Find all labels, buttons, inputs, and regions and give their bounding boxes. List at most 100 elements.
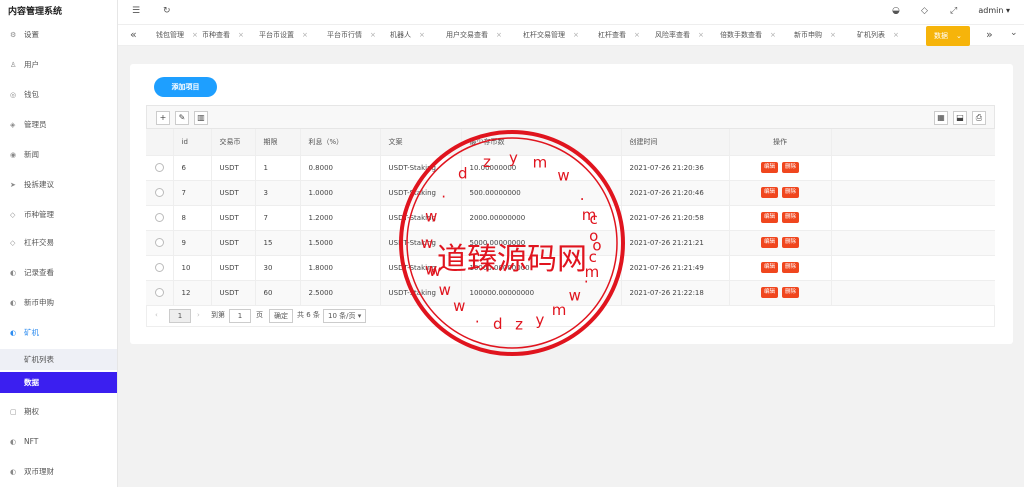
row-radio[interactable] — [154, 188, 164, 197]
page-size-select[interactable]: 10 条/页 ▾ — [323, 309, 367, 323]
close-icon[interactable]: × — [770, 31, 776, 39]
close-icon[interactable]: × — [634, 31, 640, 39]
edit-button[interactable]: 编辑 — [760, 287, 778, 298]
close-icon[interactable]: × — [370, 31, 376, 39]
goto-page-input[interactable]: 1 — [229, 309, 251, 323]
table-cell: USDT — [211, 205, 256, 231]
row-actions: 编辑 删除 — [729, 280, 832, 306]
sidebar-item[interactable]: ◐ 新币申购 — [0, 293, 117, 313]
table-row[interactable]: 10 USDT 30 1.8000 USDT-Staking 10000.00000000… — [146, 255, 995, 281]
delete-button[interactable]: 删除 — [782, 162, 800, 173]
row-radio[interactable] — [154, 288, 164, 297]
finance-icon: ◐ — [10, 468, 17, 476]
sidebar-item[interactable]: ◐ NFT — [0, 432, 117, 452]
delete-button[interactable]: 删除 — [782, 287, 800, 298]
sidebar-item[interactable]: ⚙ 设置 — [0, 25, 117, 45]
sidebar-subitem[interactable]: 数据 — [0, 372, 117, 393]
menu-toggle-icon[interactable]: ☰ — [132, 6, 140, 16]
edit-button[interactable]: 编辑 — [760, 187, 778, 198]
delete-button[interactable]: 删除 — [782, 262, 800, 273]
close-icon[interactable]: × — [192, 31, 198, 39]
trash-icon[interactable]: ▥ — [194, 111, 208, 125]
goto-label: 到第 — [211, 311, 225, 319]
data-table: id 交易币 期限 利息（%） 文案 最少存币数 创建时间 操作 6 USDT 1 0… — [146, 129, 995, 306]
add-item-button[interactable]: 添加项目 — [154, 77, 217, 97]
refresh-icon[interactable]: ↻ — [163, 6, 171, 16]
sidebar-item[interactable]: ◇ 币种管理 — [0, 205, 117, 225]
edit-button[interactable]: 编辑 — [760, 262, 778, 273]
tab[interactable]: 风险率查看 × — [655, 25, 704, 46]
table-row[interactable]: 8 USDT 7 1.2000 USDT-Staking 2000.00000000 202… — [146, 205, 995, 231]
tab-menu-chevron-icon[interactable]: ⌄ — [1010, 28, 1018, 38]
close-icon[interactable]: × — [698, 31, 704, 39]
print-icon[interactable]: ⎙ — [972, 111, 986, 125]
table-cell: USDT-Staking — [380, 180, 462, 206]
tab-scroll-right-icon[interactable]: » — [986, 28, 993, 41]
sidebar-item[interactable]: ♙ 用户 — [0, 55, 117, 75]
tab-scroll-left-icon[interactable]: « — [130, 28, 137, 41]
close-icon[interactable]: × — [238, 31, 244, 39]
sidebar-item[interactable]: ◉ 新闻 — [0, 145, 117, 165]
table-cell: 2021-07-26 21:20:46 — [621, 180, 730, 206]
goto-confirm-button[interactable]: 确定 — [269, 309, 293, 323]
prev-page-icon[interactable]: ‹ — [155, 309, 158, 323]
row-radio[interactable] — [154, 163, 164, 172]
delete-button[interactable]: 删除 — [782, 187, 800, 198]
table-cell: 2021-07-26 21:20:36 — [621, 155, 730, 181]
theme-icon[interactable]: ◒ — [892, 6, 900, 16]
tag-icon[interactable]: ◇ — [921, 6, 928, 16]
export-icon[interactable]: ⬓ — [953, 111, 967, 125]
tab[interactable]: 币种查看 × — [202, 25, 244, 46]
tab[interactable]: 矿机列表 × — [857, 25, 899, 46]
close-icon[interactable]: × — [302, 31, 308, 39]
close-icon[interactable]: × — [893, 31, 899, 39]
chevron-down-icon[interactable]: ⌄ — [956, 32, 962, 40]
row-radio[interactable] — [154, 213, 164, 222]
edit-button[interactable]: 编辑 — [760, 212, 778, 223]
edit-button[interactable]: 编辑 — [760, 237, 778, 248]
sidebar-item[interactable]: ◐ 双币理财 — [0, 462, 117, 482]
sidebar-subitem[interactable]: 矿机列表 — [0, 349, 117, 370]
row-radio[interactable] — [154, 238, 164, 247]
edit-button[interactable]: 编辑 — [760, 162, 778, 173]
delete-button[interactable]: 删除 — [782, 212, 800, 223]
row-radio[interactable] — [154, 263, 164, 272]
table-cell: 2021-07-26 21:20:58 — [621, 205, 730, 231]
sidebar-item[interactable]: ◐ 矿机 — [0, 323, 117, 343]
tab[interactable]: 用户交易查看 × — [446, 25, 502, 46]
sidebar-item[interactable]: ▢ 期权 — [0, 402, 117, 422]
table-row[interactable]: 9 USDT 15 1.5000 USDT-Staking 5000.00000000 20… — [146, 230, 995, 256]
table-row[interactable]: 12 USDT 60 2.5000 USDT-Staking 100000.0000000… — [146, 280, 995, 306]
edit-icon[interactable]: ✎ — [175, 111, 189, 125]
next-page-icon[interactable]: › — [197, 309, 200, 323]
sidebar-item[interactable]: ◎ 钱包 — [0, 85, 117, 105]
columns-icon[interactable]: ▦ — [934, 111, 948, 125]
tab[interactable]: 数据 ⌄ — [926, 26, 970, 46]
filler-cell — [831, 155, 995, 181]
delete-button[interactable]: 删除 — [782, 237, 800, 248]
tab[interactable]: 倍数手数查看 × — [720, 25, 776, 46]
user-menu[interactable]: admin ▾ — [978, 6, 1010, 15]
current-page[interactable]: 1 — [169, 309, 191, 323]
sidebar-item[interactable]: ◇ 杠杆交易 — [0, 233, 117, 253]
close-icon[interactable]: × — [496, 31, 502, 39]
close-icon[interactable]: × — [573, 31, 579, 39]
tab[interactable]: 钱包管理 × — [156, 25, 198, 46]
close-icon[interactable]: × — [830, 31, 836, 39]
tab[interactable]: 杠杆查看 × — [598, 25, 640, 46]
tab[interactable]: 机器人 × — [390, 25, 425, 46]
table-row[interactable]: 7 USDT 3 1.0000 USDT-Staking 500.00000000 2021… — [146, 180, 995, 206]
fullscreen-icon[interactable]: ⤢ — [950, 6, 957, 16]
table-row[interactable]: 6 USDT 1 0.8000 USDT-Staking 10.00000000 2021-… — [146, 155, 995, 181]
sidebar-item[interactable]: ➤ 投拆建议 — [0, 175, 117, 195]
add-icon[interactable]: + — [156, 111, 170, 125]
tab[interactable]: 平台币行情 × — [327, 25, 376, 46]
sidebar-item[interactable]: ◈ 管理员 — [0, 115, 117, 135]
tab[interactable]: 平台币设置 × — [259, 25, 308, 46]
close-icon[interactable]: × — [419, 31, 425, 39]
tab[interactable]: 杠杆交易管理 × — [523, 25, 579, 46]
column-header: 利息（%） — [300, 129, 381, 156]
tab[interactable]: 新币申购 × — [794, 25, 836, 46]
sidebar-item[interactable]: ◐ 记录查看 — [0, 263, 117, 283]
table-cell: USDT — [211, 255, 256, 281]
